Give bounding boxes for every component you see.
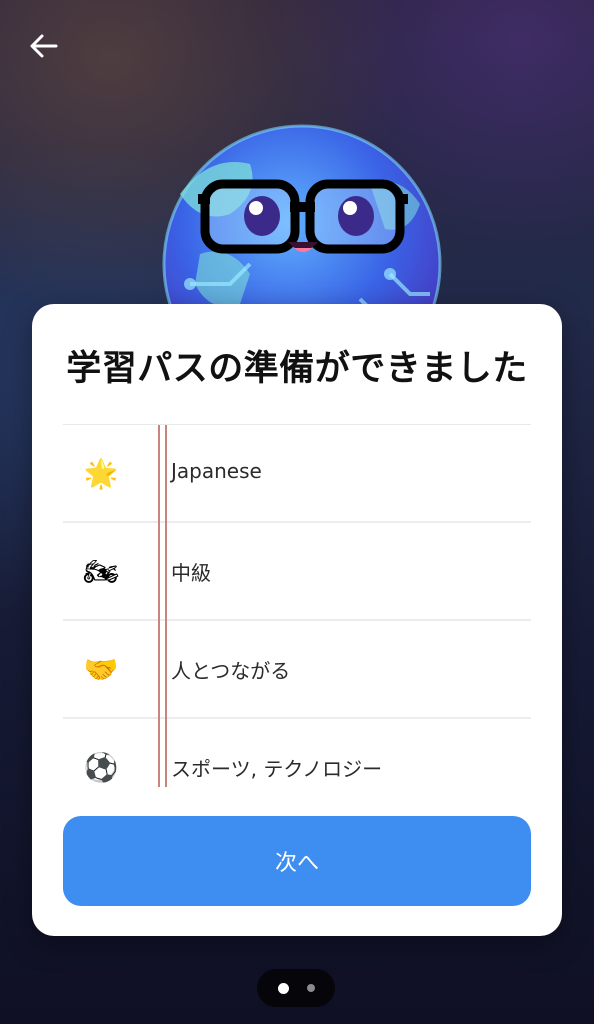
motorcycle-icon: 🏍 xyxy=(83,554,119,588)
back-button[interactable] xyxy=(22,26,66,66)
page-dot xyxy=(306,984,315,992)
interests-value: スポーツ, テクノロジー xyxy=(171,757,383,781)
language-value: Japanese xyxy=(171,459,262,483)
list-item: ⚽ スポーツ, テクノロジー xyxy=(63,719,531,787)
summary-list: 🌟 Japanese 🏍 中級 🤝 人とつながる ⚽ スポーツ, テクノロジー xyxy=(63,424,531,787)
list-item: 🏍 中級 xyxy=(63,523,531,621)
page-dot-active xyxy=(277,982,289,994)
learning-path-card: 学習パスの準備ができました 🌟 Japanese 🏍 中級 🤝 人とつながる ⚽… xyxy=(32,304,562,936)
globe-with-glasses-icon xyxy=(162,124,442,324)
list-item: 🤝 人とつながる xyxy=(63,621,531,719)
handshake-icon: 🤝 xyxy=(83,652,119,686)
soccer-ball-icon: ⚽ xyxy=(83,750,119,784)
arrow-left-icon xyxy=(30,34,58,58)
list-item: 🌟 Japanese xyxy=(63,425,531,523)
page-indicator xyxy=(257,969,335,1007)
page-title: 学習パスの準備ができました xyxy=(66,349,528,389)
goal-value: 人とつながる xyxy=(171,659,291,683)
glowing-star-icon: 🌟 xyxy=(83,456,119,490)
next-button[interactable]: 次へ xyxy=(63,816,531,906)
level-value: 中級 xyxy=(171,561,211,585)
